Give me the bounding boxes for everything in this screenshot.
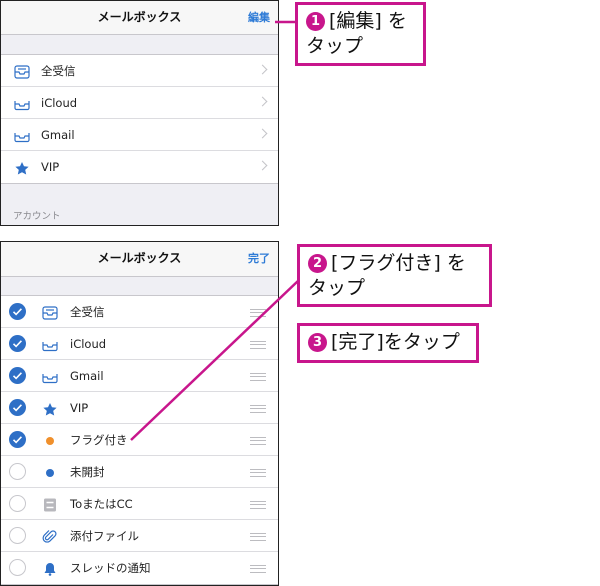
callout-step-2: 2 [フラグ付き] を タップ (297, 244, 492, 307)
callout-text-line1: [編集] を (329, 10, 407, 32)
list-item-label: VIP (70, 401, 89, 415)
list-item-label: フラグ付き (70, 433, 128, 447)
mailbox-list-panel: メールボックス 編集 全受信 iCloud Gmail VIP アカウント (0, 0, 279, 226)
list-item-label: iCloud (70, 337, 107, 351)
nav-bar: メールボックス 完了 (1, 242, 278, 277)
list-item-gmail[interactable]: Gmail (1, 360, 278, 392)
list-item-label: ToまたはCC (70, 497, 133, 511)
unchecked-circle-icon[interactable] (9, 463, 26, 480)
list-item-attachments[interactable]: 添付ファイル (1, 520, 278, 552)
chevron-right-icon (257, 96, 268, 107)
page-title: メールボックス (97, 251, 182, 265)
list-item-label: VIP (41, 160, 60, 174)
chevron-right-icon (257, 64, 268, 75)
tray-icon (42, 337, 58, 352)
star-icon (42, 401, 58, 416)
done-button[interactable]: 完了 (248, 242, 270, 275)
reorder-handle-icon[interactable] (250, 309, 266, 317)
nav-bar: メールボックス 編集 (1, 1, 278, 35)
reorder-handle-icon[interactable] (250, 501, 266, 509)
list-item-label: 未開封 (70, 465, 105, 479)
reorder-handle-icon[interactable] (250, 437, 266, 445)
edit-button[interactable]: 編集 (248, 1, 270, 34)
step-number-badge: 3 (308, 333, 327, 352)
step-number-badge: 2 (308, 254, 327, 273)
list-item-label: 全受信 (41, 64, 76, 78)
unchecked-circle-icon[interactable] (9, 559, 26, 576)
list-item-icloud[interactable]: iCloud (1, 328, 278, 360)
to-cc-icon (42, 497, 58, 512)
list-item-thread-notifications[interactable]: スレッドの通知 (1, 552, 278, 584)
mailbox-edit-list: 全受信 iCloud Gmail VIP フラグ付き 未開封 ToまたはCC 添… (1, 295, 278, 585)
reorder-handle-icon[interactable] (250, 341, 266, 349)
list-item-label: 添付ファイル (70, 529, 139, 543)
bell-icon (42, 561, 58, 576)
mailbox-list: 全受信 iCloud Gmail VIP (1, 54, 278, 184)
list-item-vip[interactable]: VIP (1, 392, 278, 424)
list-item-label: Gmail (41, 128, 75, 142)
paperclip-icon (42, 529, 58, 543)
checkmark-icon[interactable] (9, 367, 26, 384)
tray-icon (14, 96, 30, 111)
chevron-right-icon (257, 160, 268, 171)
page-title: メールボックス (97, 10, 182, 24)
tray-icon (14, 128, 30, 143)
list-item-icloud[interactable]: iCloud (1, 87, 278, 119)
tray-stack-icon (42, 305, 58, 320)
mailbox-edit-panel: メールボックス 完了 全受信 iCloud Gmail VIP フラグ付き 未開… (0, 241, 279, 586)
list-item-label: スレッドの通知 (70, 561, 151, 575)
callout-step-3: 3 [完了]をタップ (297, 323, 479, 363)
checkmark-icon[interactable] (9, 335, 26, 352)
list-item-all-inboxes[interactable]: 全受信 (1, 55, 278, 87)
list-item-label: iCloud (41, 96, 78, 110)
list-item-vip[interactable]: VIP (1, 151, 278, 183)
unread-dot-icon (42, 465, 58, 479)
unchecked-circle-icon[interactable] (9, 527, 26, 544)
callout-step-1: 1 [編集] を タップ (295, 2, 426, 66)
checkmark-icon[interactable] (9, 399, 26, 416)
reorder-handle-icon[interactable] (250, 469, 266, 477)
list-item-label: Gmail (70, 369, 104, 383)
list-item-all-inboxes[interactable]: 全受信 (1, 296, 278, 328)
reorder-handle-icon[interactable] (250, 565, 266, 573)
reorder-handle-icon[interactable] (250, 533, 266, 541)
reorder-handle-icon[interactable] (250, 405, 266, 413)
flag-dot-icon (42, 433, 58, 447)
reorder-handle-icon[interactable] (250, 373, 266, 381)
tray-stack-icon (14, 64, 30, 79)
list-item-to-cc[interactable]: ToまたはCC (1, 488, 278, 520)
chevron-right-icon (257, 128, 268, 139)
section-header-accounts: アカウント (13, 211, 61, 222)
step-number-badge: 1 (306, 12, 325, 31)
unchecked-circle-icon[interactable] (9, 495, 26, 512)
callout-text-line2: タップ (308, 277, 366, 299)
list-item-flagged[interactable]: フラグ付き (1, 424, 278, 456)
callout-text-line1: [フラグ付き] を (331, 252, 466, 274)
callout-text-line1: [完了]をタップ (331, 331, 460, 353)
star-icon (14, 160, 30, 175)
list-item-gmail[interactable]: Gmail (1, 119, 278, 151)
checkmark-icon[interactable] (9, 431, 26, 448)
list-item-label: 全受信 (70, 305, 105, 319)
tray-icon (42, 369, 58, 384)
list-item-unread[interactable]: 未開封 (1, 456, 278, 488)
checkmark-icon[interactable] (9, 303, 26, 320)
callout-text-line2: タップ (306, 35, 364, 57)
